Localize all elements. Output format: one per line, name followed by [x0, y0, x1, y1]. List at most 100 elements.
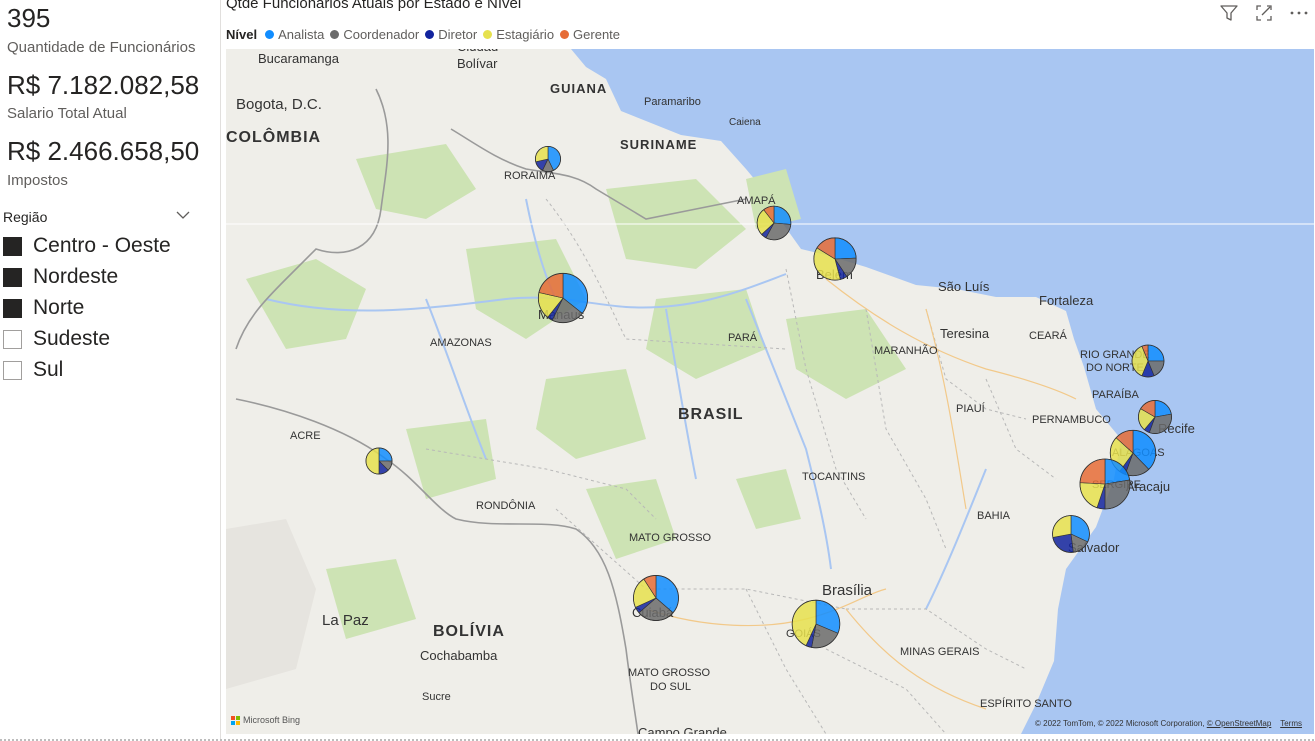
label-teresina: Teresina [940, 326, 990, 341]
slicer-item-sul[interactable]: Sul [3, 358, 63, 382]
checkbox-checked[interactable] [3, 267, 22, 287]
legend-dot [483, 30, 493, 39]
label-bahia: BAHIA [977, 510, 1011, 522]
legend-label: Diretor [438, 27, 478, 42]
label-brasilia: Brasília [822, 582, 873, 599]
chevron-down-icon[interactable] [175, 207, 191, 223]
checkbox-unchecked[interactable] [3, 329, 22, 349]
label-bolivar: Ciudad Bolívar [457, 49, 498, 71]
osm-link[interactable]: © OpenStreetMap [1207, 719, 1272, 728]
label-campogrande: Campo Grande [638, 725, 727, 734]
label-cochabamba: Cochabamba [420, 648, 498, 663]
pie-par-[interactable] [813, 237, 857, 281]
pie-goi-s[interactable] [791, 599, 841, 649]
map-title: Qtde Funcionarios Atuais por Estado e Ní… [226, 0, 522, 12]
label-ceara: CEARÁ [1029, 329, 1068, 342]
label-minas: MINAS GERAIS [900, 646, 979, 658]
label-guiana: GUIANA [550, 81, 607, 96]
legend-item-diretor[interactable]: Diretor [425, 27, 477, 42]
slicer-item-label: Nordeste [33, 265, 119, 288]
legend-dot [265, 30, 275, 39]
label-caiena: Caiena [729, 117, 761, 128]
legend-item-coordenador[interactable]: Coordenador [330, 27, 419, 42]
map-canvas[interactable]: Bucaramanga Ciudad Bolívar GUIANA Paramar… [226, 49, 1314, 734]
label-brasil: BRASIL [678, 406, 744, 423]
checkbox-checked[interactable] [3, 236, 22, 256]
label-bogota: Bogota, D.C. [236, 96, 322, 113]
label-bucaramanga: Bucaramanga [258, 51, 340, 66]
label-rondonia: RONDÔNIA [476, 499, 536, 512]
legend-dot [425, 30, 435, 39]
filter-icon[interactable] [1218, 2, 1240, 24]
map-svg[interactable]: Bucaramanga Ciudad Bolívar GUIANA Paramar… [226, 49, 1314, 734]
label-aracaju: Aracaju [1126, 479, 1170, 494]
label-amapa: AMAPÁ [737, 194, 776, 207]
label-suriname: SURINAME [620, 137, 697, 152]
kpi-total-salary-value: R$ 7.182.082,58 [7, 70, 200, 100]
legend-label: Estagiário [496, 27, 555, 42]
label-matogrosso: MATO GROSSO [629, 532, 712, 544]
checkbox-unchecked[interactable] [3, 360, 22, 380]
bing-logo: Microsoft Bing [231, 715, 300, 725]
label-mgs-2: DO SUL [650, 681, 691, 693]
legend-item-gerente[interactable]: Gerente [560, 27, 620, 42]
more-options-icon[interactable] [1288, 2, 1310, 24]
label-para: PARÁ [728, 331, 758, 344]
kpi-employee-count-value: 395 [7, 3, 51, 33]
checkbox-checked[interactable] [3, 298, 22, 318]
label-acre: ACRE [290, 430, 321, 442]
left-panel: 395 Quantidade de Funcionários R$ 7.182.… [0, 0, 220, 741]
label-espirito: ESPÍRITO SANTO [980, 697, 1072, 710]
pie-sergipe[interactable] [1079, 458, 1131, 510]
pie-rio-grande-do-norte[interactable] [1131, 344, 1165, 378]
slicer-item-nordeste[interactable]: Nordeste [3, 265, 118, 289]
pie-slice-coordenador[interactable] [1104, 479, 1131, 510]
label-tocantins: TOCANTINS [802, 471, 865, 483]
label-fortaleza: Fortaleza [1039, 293, 1094, 308]
microsoft-logo-icon [231, 715, 240, 725]
pie-roraima[interactable] [534, 145, 562, 173]
slicer-item-label: Norte [33, 296, 85, 319]
label-piaui: PIAUÍ [956, 402, 986, 415]
pie-amazonas[interactable] [537, 272, 589, 324]
map-legend: Nível Analista Coordenador Diretor Estag… [226, 27, 626, 42]
label-amazonas: AMAZONAS [430, 337, 492, 349]
label-lapaz: La Paz [322, 612, 369, 629]
pie-mato-grosso[interactable] [633, 575, 679, 621]
slicer-item-centro-oeste[interactable]: Centro - Oeste [3, 234, 171, 258]
label-mgs-1: MATO GROSSO [628, 667, 711, 679]
map-visual[interactable]: Qtde Funcionarios Atuais por Estado e Ní… [225, 0, 1315, 741]
slicer-item-label: Sudeste [33, 327, 111, 350]
slicer-item-sudeste[interactable]: Sudeste [3, 327, 110, 351]
focus-mode-icon[interactable] [1253, 2, 1275, 24]
pane-divider [220, 0, 221, 741]
legend-item-estagiario[interactable]: Estagiário [483, 27, 554, 42]
map-attribution: © 2022 TomTom, © 2022 Microsoft Corporat… [1035, 719, 1302, 728]
legend-dot [560, 30, 570, 39]
label-colombia: COLÔMBIA [226, 127, 321, 146]
slicer-item-norte[interactable]: Norte [3, 296, 84, 320]
label-maranhao: MARANHÃO [874, 344, 938, 357]
pie-acre[interactable] [365, 447, 393, 475]
kpi-taxes-label: Impostos [7, 172, 68, 189]
slicer-item-label: Centro - Oeste [33, 234, 171, 257]
bing-label: Microsoft Bing [243, 715, 301, 725]
slicer-item-label: Sul [33, 358, 64, 381]
terms-link[interactable]: Terms [1280, 719, 1302, 728]
pie-bahia[interactable] [1052, 515, 1090, 553]
label-paramaribo: Paramaribo [644, 96, 701, 108]
pie-pernambuco[interactable] [1138, 400, 1172, 434]
label-sucre: Sucre [422, 691, 451, 703]
label-bolivar-2: Bolívar [457, 56, 498, 71]
label-saoluis: São Luís [938, 279, 990, 294]
pie-amap-[interactable] [756, 205, 792, 241]
legend-label: Coordenador [343, 27, 420, 42]
label-paraiba: PARAÍBA [1092, 388, 1140, 401]
legend-label: Gerente [573, 27, 621, 42]
legend-item-analista[interactable]: Analista [265, 27, 324, 42]
label-bolivia: BOLÍVIA [433, 621, 505, 640]
kpi-total-salary-label: Salario Total Atual [7, 105, 127, 122]
label-pernambuco: PERNAMBUCO [1032, 414, 1111, 426]
legend-title: Nível [226, 27, 258, 42]
legend-label: Analista [278, 27, 325, 42]
